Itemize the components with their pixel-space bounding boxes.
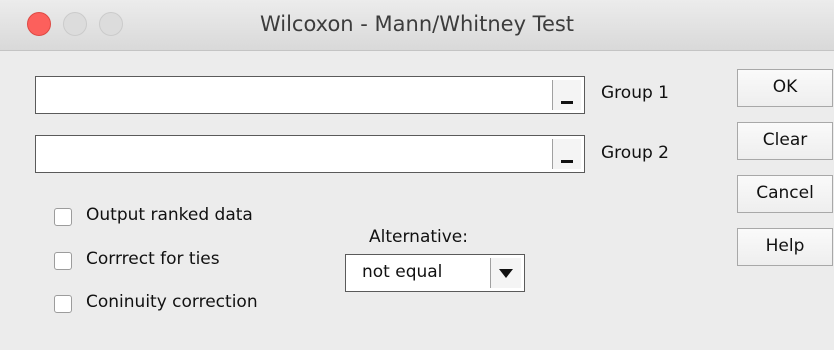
dialog-window: Wilcoxon - Mann/Whitney Test Group 1 Gro… (0, 0, 834, 350)
output-ranked-data-checkbox[interactable] (54, 208, 72, 226)
group1-label: Group 1 (601, 83, 669, 103)
group2-input[interactable] (36, 136, 558, 172)
group2-browse-button[interactable] (552, 139, 581, 169)
help-button[interactable]: Help (737, 228, 833, 266)
title-bar[interactable]: Wilcoxon - Mann/Whitney Test (0, 0, 834, 51)
alternative-select[interactable]: not equal (345, 254, 525, 292)
continuity-correction-label: Coninuity correction (86, 292, 258, 312)
correct-for-ties-checkbox[interactable] (54, 252, 72, 270)
triangle-down-icon (499, 269, 513, 278)
group2-field[interactable] (35, 135, 585, 173)
correct-for-ties-label: Corrrect for ties (86, 249, 220, 269)
group2-label: Group 2 (601, 143, 669, 163)
group1-field[interactable] (35, 76, 585, 114)
ok-button[interactable]: OK (737, 69, 833, 107)
underscore-icon (561, 160, 573, 163)
window-title: Wilcoxon - Mann/Whitney Test (259, 12, 575, 36)
group1-browse-button[interactable] (552, 80, 581, 110)
clear-button[interactable]: Clear (737, 122, 833, 160)
alternative-selected-value: not equal (362, 262, 443, 282)
continuity-correction-checkbox[interactable] (54, 295, 72, 313)
group1-input[interactable] (36, 77, 558, 113)
output-ranked-data-label: Output ranked data (86, 205, 253, 225)
underscore-icon (561, 101, 573, 104)
alternative-label: Alternative: (369, 227, 468, 247)
cancel-button[interactable]: Cancel (737, 175, 833, 213)
dropdown-arrow-icon[interactable] (490, 258, 521, 288)
